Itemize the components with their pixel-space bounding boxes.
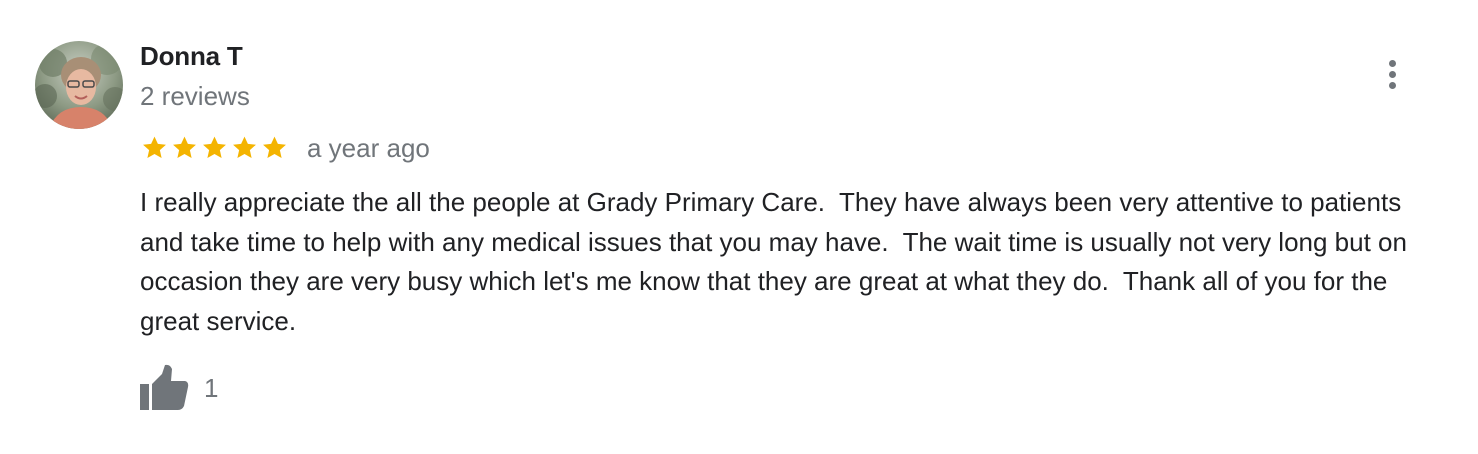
star-icon — [203, 136, 226, 159]
star-icon — [263, 136, 286, 159]
like-button[interactable]: 1 — [138, 364, 218, 412]
reviewer-name[interactable]: Donna T — [140, 40, 243, 72]
rating-row: a year ago — [140, 130, 430, 166]
star-icon — [143, 136, 166, 159]
star-icon — [173, 136, 196, 159]
review-date: a year ago — [307, 133, 430, 163]
thumbs-up-icon — [140, 364, 189, 410]
star-rating — [140, 134, 289, 162]
review-text: I really appreciate the all the people a… — [140, 187, 1415, 336]
star-icon — [233, 136, 256, 159]
more-options-button[interactable] — [1376, 56, 1408, 94]
like-count: 1 — [204, 373, 219, 403]
reviewer-avatar[interactable] — [35, 41, 123, 129]
reviewer-review-count[interactable]: 2 reviews — [140, 80, 250, 112]
user-photo-avatar-icon — [35, 41, 123, 129]
